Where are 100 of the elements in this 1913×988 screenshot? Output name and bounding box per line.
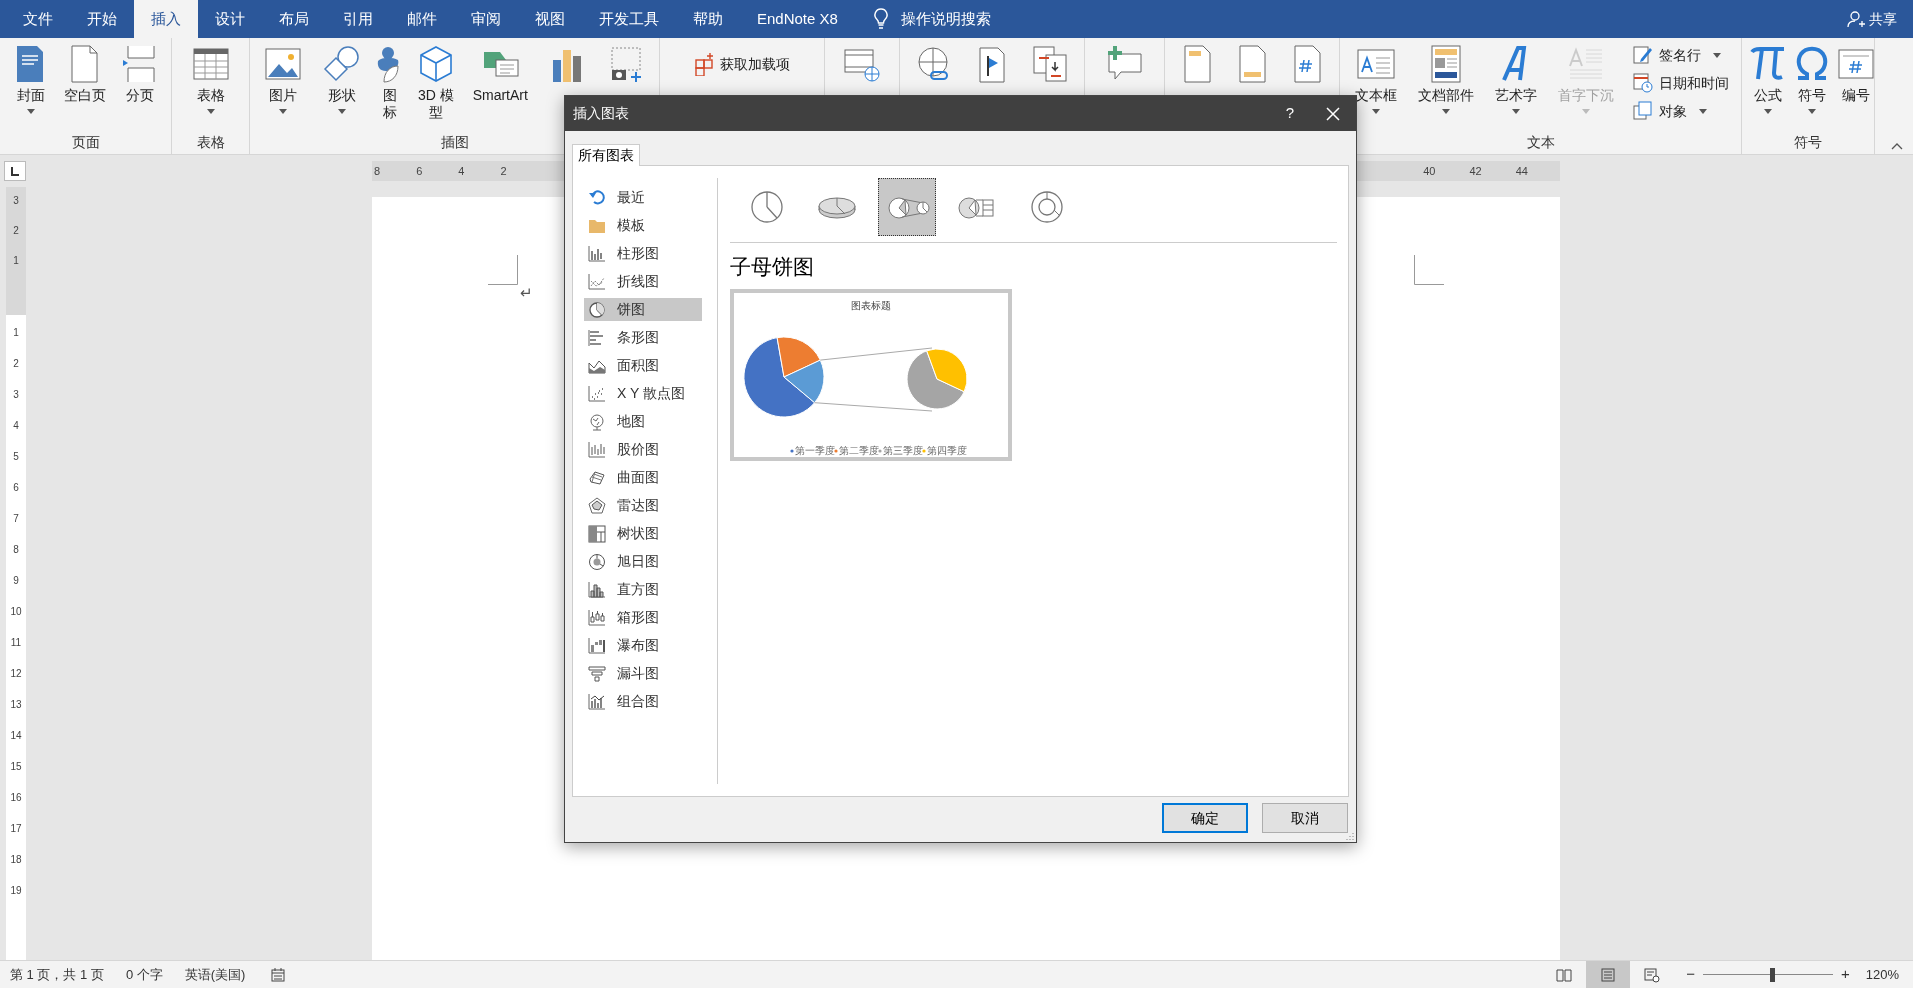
chart-title: 图表标题: [851, 299, 891, 311]
chart-category-item[interactable]: 柱形图: [584, 242, 702, 265]
ruler-number: 40: [1423, 163, 1436, 179]
combo-chart-icon: [588, 692, 606, 711]
ribbon-tab[interactable]: 视图: [518, 0, 582, 38]
chart-category-item[interactable]: 旭日图: [584, 550, 702, 573]
ribbon-button[interactable]: 艺术字: [1492, 44, 1539, 114]
group-label: 文本: [1526, 133, 1555, 152]
group-label: 表格: [196, 133, 225, 152]
ribbon-tab[interactable]: 文件: [6, 0, 70, 38]
ruler-number: 4: [458, 163, 465, 179]
chart-category-item[interactable]: 股价图: [584, 438, 702, 461]
caret-icon: [1764, 109, 1772, 114]
dialog-button[interactable]: 取消: [1262, 803, 1348, 833]
bar-chart-icon: [588, 328, 606, 347]
ribbon-small-button[interactable]: 签名行: [1632, 44, 1729, 66]
chart-category-item[interactable]: 雷达图: [584, 494, 702, 517]
ruler-number: 2: [13, 357, 19, 371]
tell-me-search[interactable]: 操作说明搜索: [872, 0, 991, 38]
ribbon-tab[interactable]: 引用: [326, 0, 390, 38]
ruler-number: 18: [10, 853, 22, 867]
language-button[interactable]: 英语(美国): [184, 964, 246, 985]
ribbon-button[interactable]: 3D 模型: [415, 44, 456, 121]
print-layout-icon: [1600, 966, 1617, 983]
zoom-out-button[interactable]: −: [1686, 963, 1695, 986]
share-button[interactable]: 共享: [1847, 0, 1913, 38]
ruler-number: 4: [13, 419, 19, 433]
scatter-chart-icon: [588, 384, 606, 403]
ruler-number: 1: [13, 326, 19, 340]
dialog-tab[interactable]: 所有图表: [572, 144, 640, 166]
ribbon-tab[interactable]: 插入: [134, 0, 198, 38]
macro-record-icon: [271, 967, 286, 982]
ribbon-button[interactable]: 公式: [1746, 44, 1790, 114]
caret-icon: [26, 109, 35, 114]
ribbon-button[interactable]: 表格: [188, 44, 233, 114]
web-layout-icon: [1644, 966, 1661, 983]
ribbon-button[interactable]: 分页: [118, 44, 163, 104]
ribbon-tab[interactable]: 开发工具: [582, 0, 676, 38]
ribbon-button[interactable]: 符号: [1790, 44, 1834, 114]
ribbon-button[interactable]: 封面: [8, 44, 53, 114]
chart-category-item[interactable]: 直方图: [584, 578, 702, 601]
ribbon-button[interactable]: 文档部件: [1415, 44, 1476, 114]
ribbon-button[interactable]: 编号: [1834, 44, 1878, 104]
caret-icon: [1371, 109, 1380, 114]
ribbon-tab[interactable]: 审阅: [454, 0, 518, 38]
caret-icon: [1511, 109, 1520, 114]
chart-category-item[interactable]: 组合图: [584, 690, 702, 713]
caret-icon: [338, 109, 347, 114]
group-label: 插图: [440, 133, 469, 152]
chart-category-item[interactable]: 树状图: [584, 522, 702, 545]
chart-category-item[interactable]: 箱形图: [584, 606, 702, 629]
waterfall-icon: [588, 636, 606, 655]
ribbon-button[interactable]: 图片: [261, 44, 306, 114]
ribbon-small-button[interactable]: 对象: [1632, 100, 1729, 122]
chart-category-item[interactable]: 面积图: [584, 354, 702, 377]
ruler-number: 2: [500, 163, 507, 179]
caret-icon: [1581, 109, 1590, 114]
pie-of-pie-option[interactable]: [878, 178, 936, 236]
chart-category-item[interactable]: 瀑布图: [584, 634, 702, 657]
chart-category-item[interactable]: 曲面图: [584, 466, 702, 489]
chart-category-item[interactable]: 饼图: [584, 298, 702, 321]
page-count: 第 1 页，共 1 页: [10, 965, 104, 984]
help-button[interactable]: ?: [1270, 102, 1310, 125]
chart-category-item[interactable]: 模板: [584, 214, 702, 237]
ruler-number: 44: [1515, 163, 1528, 179]
chart-category-item[interactable]: 漏斗图: [584, 662, 702, 685]
chart-category-item[interactable]: 最近: [584, 186, 702, 209]
ribbon-small-button[interactable]: 日期和时间: [1632, 72, 1729, 94]
chart-category-item[interactable]: X Y 散点图: [584, 382, 702, 405]
legend-label: 第二季度: [839, 444, 879, 456]
zoom-slider[interactable]: [1703, 967, 1833, 982]
tab-selector[interactable]: [4, 161, 26, 181]
chart-category-item[interactable]: 条形图: [584, 326, 702, 349]
ruler-number: 14: [10, 729, 22, 743]
chart-category-item[interactable]: 折线图: [584, 270, 702, 293]
print-layout-button[interactable]: [1586, 961, 1631, 988]
ribbon-button[interactable]: 图标: [379, 44, 402, 121]
dialog-button[interactable]: 确定: [1162, 803, 1248, 833]
zoom-level-button[interactable]: 120%: [1865, 964, 1899, 985]
zoom-in-button[interactable]: +: [1841, 963, 1850, 986]
ribbon-button[interactable]: SmartArt: [470, 44, 530, 104]
ribbon-tab[interactable]: 帮助: [676, 0, 740, 38]
chart-category-item[interactable]: 地图: [584, 410, 702, 433]
sunburst-icon: [588, 552, 606, 571]
ribbon-tab[interactable]: 布局: [262, 0, 326, 38]
ribbon-tab[interactable]: EndNote X8: [740, 0, 855, 38]
pie-slice: [906, 349, 965, 409]
zoom-slider-thumb[interactable]: [1769, 967, 1775, 982]
ruler-number: 17: [10, 822, 22, 836]
ribbon-tab[interactable]: 开始: [70, 0, 134, 38]
get-add-ins-button[interactable]: 获取加载项: [692, 52, 792, 76]
ribbon-tab[interactable]: 设计: [198, 0, 262, 38]
histogram-icon: [588, 580, 606, 599]
add-in-icon: [694, 52, 714, 76]
ribbon-button[interactable]: 形状: [320, 44, 365, 114]
ribbon-tab[interactable]: 邮件: [390, 0, 454, 38]
ruler-number: 6: [416, 163, 423, 179]
ruler-number: 19: [10, 884, 22, 898]
globe-icon: [588, 412, 606, 431]
ribbon-button[interactable]: 空白页: [62, 44, 109, 104]
